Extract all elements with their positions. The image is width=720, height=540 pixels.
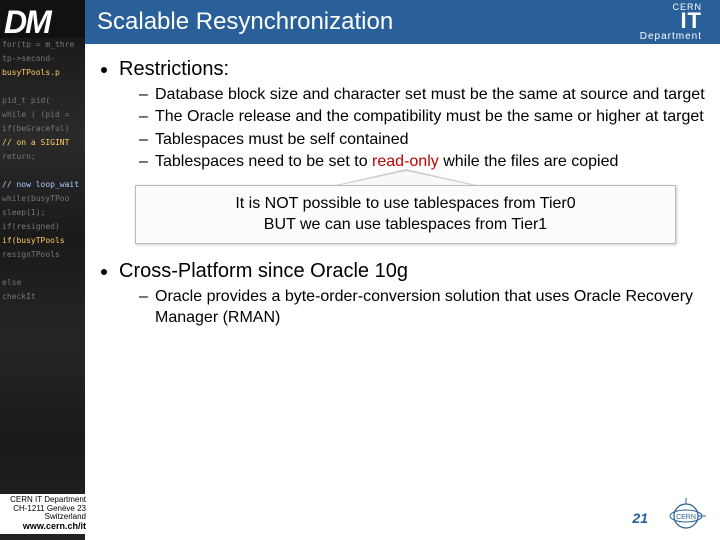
footer-url: www.cern.ch/it xyxy=(0,522,86,532)
sidebar: DM for(tp = m_thretp->second-busyTPools.… xyxy=(0,0,85,540)
callout-line: BUT we can use tablespaces from Tier1 xyxy=(160,215,651,236)
cern-it-logo: CERN IT Department xyxy=(640,3,702,40)
read-only-highlight: read-only xyxy=(372,153,439,170)
bullet-restrictions: Restrictions: Database block size and ch… xyxy=(119,58,706,173)
callout-body: It is NOT possible to use tablespaces fr… xyxy=(135,185,676,245)
sidebar-code-bg: for(tp = m_thretp->second-busyTPools.p p… xyxy=(0,38,85,540)
cern-logo-icon: CERN xyxy=(662,498,710,534)
bullet-cross-platform: Cross-Platform since Oracle 10g Oracle p… xyxy=(119,260,706,328)
bullet-cross-platform-label: Cross-Platform since Oracle 10g xyxy=(119,260,408,282)
sub-bullet: The Oracle release and the compatibility… xyxy=(139,107,706,127)
slide-title: Scalable Resynchronization xyxy=(97,8,640,36)
callout-arrow: It is NOT possible to use tablespaces fr… xyxy=(135,185,676,245)
footer-address: CERN IT Department CH-1211 Genève 23 Swi… xyxy=(0,494,88,534)
arrow-up-icon xyxy=(336,169,476,185)
cern-it-main: IT xyxy=(680,11,702,31)
callout-line: It is NOT possible to use tablespaces fr… xyxy=(160,194,651,215)
sub-bullet: Tablespaces must be self contained xyxy=(139,130,706,150)
svg-text:CERN: CERN xyxy=(676,514,696,521)
sidebar-logo-dm: DM xyxy=(4,4,50,41)
sub-bullet: Database block size and character set mu… xyxy=(139,85,706,105)
sub-bullet: Oracle provides a byte-order-conversion … xyxy=(139,287,706,328)
slide-content: Restrictions: Database block size and ch… xyxy=(95,58,706,500)
page-number: 21 xyxy=(632,510,648,526)
cern-it-bottom: Department xyxy=(640,32,702,41)
title-bar: Scalable Resynchronization CERN IT Depar… xyxy=(85,0,720,44)
bullet-restrictions-label: Restrictions: xyxy=(119,58,229,80)
